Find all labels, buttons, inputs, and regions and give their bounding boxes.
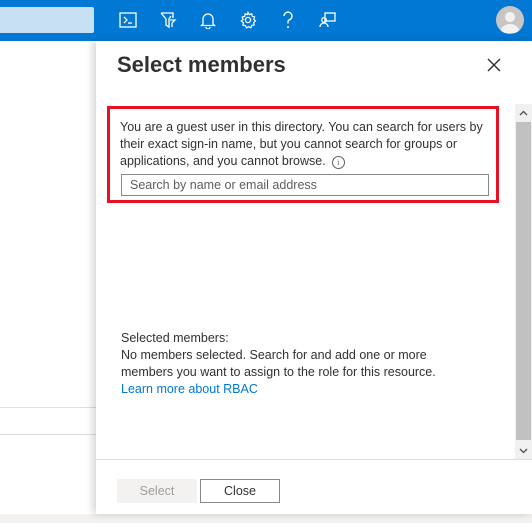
search-input[interactable] [121, 174, 489, 196]
footer-divider [96, 459, 532, 460]
panel-title: Select members [117, 52, 286, 77]
learn-more-rbac-link[interactable]: Learn more about RBAC [121, 382, 258, 396]
close-icon[interactable] [485, 56, 503, 74]
select-members-panel: Select members You are a guest user in t… [96, 41, 532, 514]
close-button[interactable]: Close [200, 479, 280, 503]
background-divider [0, 434, 96, 435]
selected-members-section: Selected members: No members selected. S… [121, 330, 471, 398]
guest-notice-highlight: You are a guest user in this directory. … [107, 106, 499, 203]
selected-members-heading: Selected members: [121, 331, 229, 345]
gear-icon[interactable] [237, 9, 259, 31]
cloud-shell-icon[interactable] [117, 9, 139, 31]
directory-filter-icon[interactable] [157, 9, 179, 31]
scrollbar-thumb[interactable] [516, 122, 531, 440]
select-button[interactable]: Select [117, 479, 197, 503]
background-divider [0, 407, 96, 408]
avatar[interactable] [496, 6, 524, 34]
feedback-icon[interactable] [317, 9, 339, 31]
scroll-up-arrow-icon[interactable] [519, 108, 528, 117]
selected-members-empty-text: No members selected. Search for and add … [121, 348, 436, 379]
top-bar [0, 0, 532, 41]
guest-notice-text: You are a guest user in this directory. … [120, 120, 483, 168]
guest-notice: You are a guest user in this directory. … [120, 119, 492, 170]
global-search-box[interactable] [0, 7, 94, 33]
background-bottom-strip [0, 514, 532, 523]
info-icon[interactable]: i [331, 156, 345, 169]
scroll-down-arrow-icon[interactable] [519, 446, 528, 455]
bell-icon[interactable] [197, 9, 219, 31]
help-icon[interactable] [277, 9, 299, 31]
vertical-scrollbar[interactable] [515, 104, 532, 460]
